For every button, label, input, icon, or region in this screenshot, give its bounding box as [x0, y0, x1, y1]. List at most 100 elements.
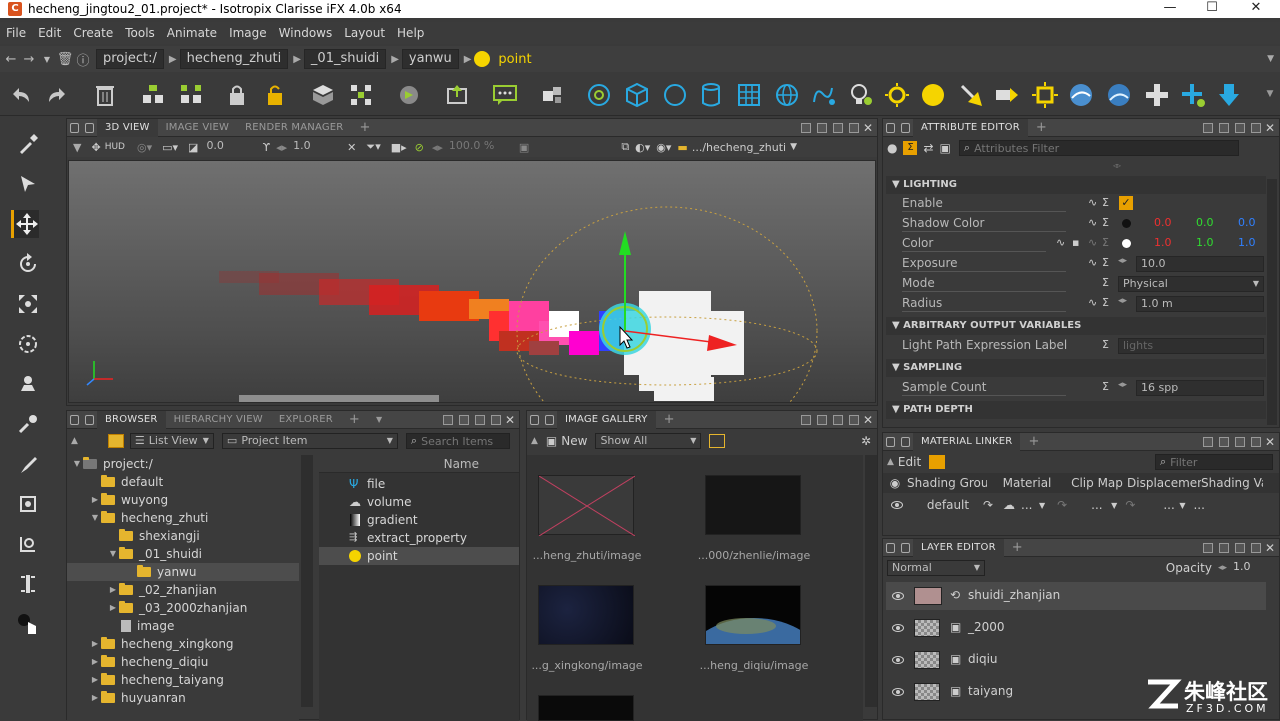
visibility-eye-icon[interactable]: ◉▾ — [656, 141, 671, 154]
cluster-icon[interactable] — [540, 82, 566, 108]
tab-browser[interactable]: BROWSER — [97, 410, 166, 429]
menu-windows[interactable]: Windows — [273, 26, 339, 40]
breadcrumb-dropdown-icon[interactable]: ▼ — [1267, 54, 1274, 64]
gallery-scrollbar[interactable] — [865, 455, 877, 707]
filter-icon[interactable]: ⏷▾ — [366, 140, 380, 154]
trash-small-icon[interactable]: 🗑 — [56, 52, 74, 67]
panel-lock-icon[interactable] — [901, 542, 910, 553]
box-select-icon[interactable] — [310, 82, 336, 108]
tree-item-selected[interactable]: yanwu — [67, 563, 299, 581]
expand-arrow-icon[interactable]: ▶ — [89, 653, 101, 671]
close-panel-icon[interactable]: ✕ — [1265, 121, 1275, 135]
create-cylinder-icon[interactable] — [698, 82, 724, 108]
search-input[interactable] — [421, 434, 502, 448]
panel-pin-icon[interactable] — [886, 122, 895, 133]
close-panel-icon[interactable]: ✕ — [863, 413, 873, 427]
tab-explorer[interactable]: EXPLORER — [271, 411, 341, 429]
place-tool-icon[interactable] — [14, 370, 42, 398]
create-curve-icon[interactable] — [810, 82, 836, 108]
add-tab-icon[interactable]: + — [1004, 539, 1031, 557]
display-mode-icon[interactable]: ◎▾ — [137, 141, 152, 154]
enable-checkbox[interactable]: ✓ — [1119, 196, 1133, 210]
attributes-filter-input[interactable] — [974, 141, 1215, 155]
layout-vertical-icon[interactable] — [1234, 542, 1245, 553]
attributes-filter[interactable]: ⌕ — [958, 140, 1239, 156]
layout-grid-icon[interactable] — [800, 122, 811, 133]
comment-icon[interactable]: ● — [887, 141, 897, 155]
layout-grid-icon[interactable] — [800, 414, 811, 425]
close-button[interactable]: ✕ — [1234, 0, 1278, 18]
gamma-field[interactable]: 1.0 — [289, 139, 341, 155]
toolbar-overflow-icon[interactable]: ▼ — [1262, 74, 1278, 114]
y-axis-arrow-icon[interactable] — [619, 231, 631, 255]
rotate-tool-icon[interactable] — [14, 250, 42, 278]
breadcrumb-yanwu[interactable]: yanwu — [401, 49, 459, 69]
expand-arrow-icon[interactable]: ▶ — [89, 635, 101, 653]
breadcrumb-01-shuidi[interactable]: _01_shuidi — [303, 49, 387, 69]
layout-vertical-icon[interactable] — [1234, 122, 1245, 133]
mode-select[interactable]: Physical ▼ — [1118, 276, 1264, 292]
layout-grid-icon[interactable] — [1202, 542, 1213, 553]
expression-filter-icon[interactable]: Σ — [903, 141, 918, 155]
add-tab-icon[interactable]: + — [1020, 433, 1047, 451]
panel-pin-icon[interactable] — [70, 414, 79, 425]
message-icon[interactable] — [492, 82, 518, 108]
panel-pin-icon[interactable] — [886, 436, 895, 447]
shading-icon[interactable]: ◐▾ — [635, 141, 650, 154]
col-shading-variable[interactable]: Shading Variab — [1201, 476, 1263, 490]
transform-icon[interactable] — [348, 82, 374, 108]
new-image-icon[interactable]: ▣ — [546, 434, 557, 448]
layout-vertical-icon[interactable] — [474, 414, 485, 425]
animate-curve-icon[interactable]: ∿ — [1088, 196, 1097, 209]
menu-image[interactable]: Image — [223, 26, 273, 40]
tree-item[interactable]: ▼ hecheng_zhuti — [89, 509, 208, 527]
menu-help[interactable]: Help — [391, 26, 430, 40]
new-image-button[interactable]: New — [561, 434, 587, 448]
layout-maximize-icon[interactable] — [848, 122, 859, 133]
gallery-view-icon[interactable] — [709, 434, 726, 448]
viewport-scene[interactable] — [69, 161, 876, 403]
visibility-eye-icon[interactable] — [892, 624, 904, 632]
layout-horizontal-icon[interactable] — [816, 414, 827, 425]
ungroup-icon[interactable] — [178, 82, 204, 108]
layout-vertical-icon[interactable] — [1234, 436, 1245, 447]
panel-lock-icon[interactable] — [545, 414, 554, 425]
list-item[interactable]: Ψfile — [319, 475, 519, 493]
show-filter-select[interactable]: Show All ▼ — [595, 433, 702, 449]
create-geosphere-icon[interactable] — [774, 82, 800, 108]
gallery-settings-icon[interactable]: ✲ — [861, 434, 871, 448]
blend-mode-select[interactable]: Normal ▼ — [887, 560, 985, 576]
splitter-grip-icon[interactable]: ◃▹ — [1113, 161, 1123, 170]
tab-attribute-editor[interactable]: ATTRIBUTE EDITOR — [913, 118, 1028, 137]
gallery-thumb-empty[interactable] — [538, 475, 636, 537]
menu-edit[interactable]: Edit — [32, 26, 67, 40]
tab-layer-editor[interactable]: LAYER EDITOR — [913, 538, 1004, 557]
panel-pin-icon[interactable] — [530, 414, 539, 425]
color-swap-icon[interactable] — [14, 610, 42, 638]
select-tool-icon[interactable] — [14, 170, 42, 198]
panel-pin-icon[interactable] — [886, 542, 895, 553]
menu-file[interactable]: File — [0, 26, 32, 40]
shading-variable-dots[interactable]: ... — [1193, 498, 1204, 512]
gamma-stepper-icon[interactable]: ◂▸ — [276, 141, 287, 154]
sample-stepper-icon[interactable]: ◂▸ — [432, 141, 443, 154]
color-b[interactable]: 1.0 — [1238, 236, 1256, 249]
create-light-bulb-icon[interactable] — [848, 82, 874, 108]
expression-icon[interactable]: Σ — [1102, 276, 1109, 289]
viewport-options-icon[interactable]: ▼ — [73, 141, 81, 154]
layout-horizontal-icon[interactable] — [458, 414, 469, 425]
layout-grid-icon[interactable] — [1202, 436, 1213, 447]
group-icon[interactable] — [140, 82, 166, 108]
expression-icon[interactable]: Σ — [1102, 216, 1109, 229]
layout-grid-icon[interactable] — [442, 414, 453, 425]
view-mode-select[interactable]: ☰ List View ▼ — [129, 433, 214, 449]
stepper-icon[interactable]: ◂▸ — [1118, 380, 1127, 390]
stepper-icon[interactable]: ◂▸ — [1218, 563, 1227, 573]
scale-tool-icon[interactable] — [14, 290, 42, 318]
expand-arrow-icon[interactable]: ▶ — [89, 671, 101, 689]
layout-horizontal-icon[interactable] — [1218, 542, 1229, 553]
color-r[interactable]: 1.0 — [1154, 236, 1172, 249]
visibility-eye-icon[interactable] — [892, 656, 904, 664]
back-arrow-icon[interactable]: ← — [2, 52, 20, 67]
shadow-color-b[interactable]: 0.0 — [1238, 216, 1256, 229]
